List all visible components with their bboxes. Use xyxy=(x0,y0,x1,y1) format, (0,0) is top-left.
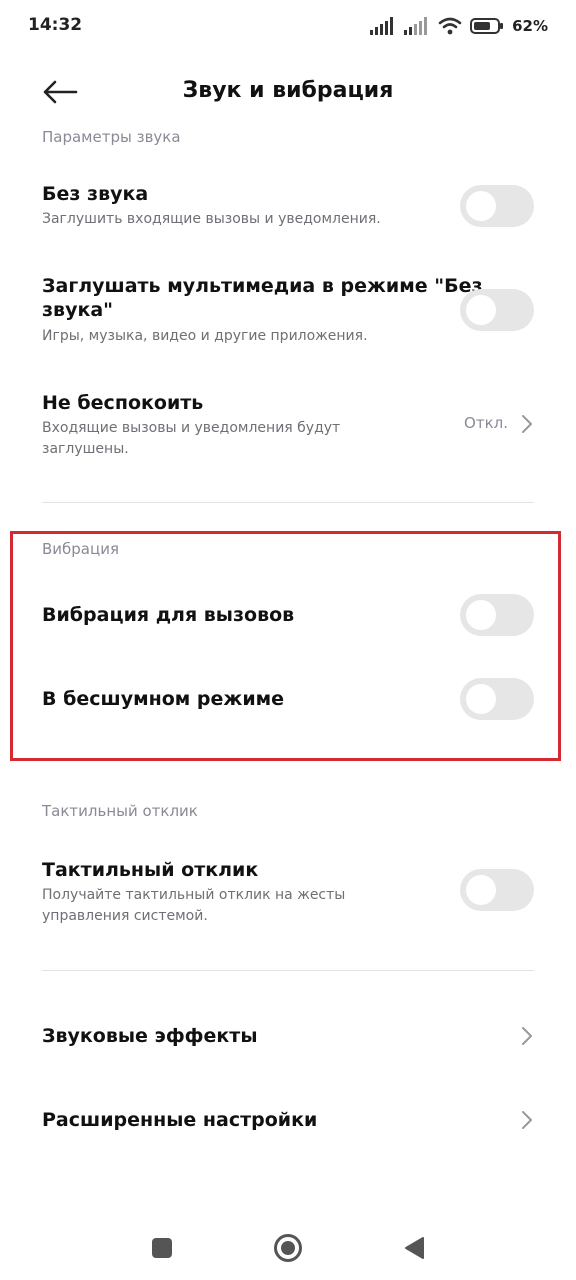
dnd-value: Откл. xyxy=(464,414,508,432)
toggle-knob xyxy=(466,295,496,325)
divider xyxy=(42,970,534,971)
row-mute-title: Без звука xyxy=(42,183,149,205)
section-header-vibration: Вибрация xyxy=(42,540,119,558)
chevron-right-icon xyxy=(522,415,532,433)
section-header-sound: Параметры звука xyxy=(42,128,181,146)
toggle-knob xyxy=(466,191,496,221)
row-advanced-title: Расширенные настройки xyxy=(42,1109,318,1131)
row-mute-media-title-1: Заглушать мультимедиа в режиме "Без xyxy=(42,275,483,297)
status-icons: 62% xyxy=(370,14,548,38)
circle-home-icon xyxy=(274,1234,302,1262)
square-icon xyxy=(152,1238,172,1258)
chevron-right-icon xyxy=(522,1027,532,1045)
signal-icon xyxy=(370,17,394,35)
row-mute-subtitle: Заглушить входящие вызовы и уведомления. xyxy=(42,211,381,227)
settings-list[interactable]: Параметры звука Без звука Заглушить вход… xyxy=(0,124,576,1214)
row-haptic-subtitle-2: управления системой. xyxy=(42,908,208,924)
battery-icon xyxy=(470,18,504,34)
header: Звук и вибрация xyxy=(0,60,576,124)
back-nav-button[interactable] xyxy=(392,1228,436,1268)
mute-media-toggle[interactable] xyxy=(460,289,534,331)
row-mute-media-subtitle: Игры, музыка, видео и другие приложения. xyxy=(42,328,368,344)
status-time: 14:32 xyxy=(28,15,83,35)
toggle-knob xyxy=(466,600,496,630)
vibration-silent-toggle[interactable] xyxy=(460,678,534,720)
wifi-icon xyxy=(438,17,462,35)
row-vibration-silent-title: В бесшумном режиме xyxy=(42,688,285,710)
row-haptic-subtitle-1: Получайте тактильный отклик на жесты xyxy=(42,887,346,903)
battery-percent: 62% xyxy=(512,17,548,35)
home-button[interactable] xyxy=(266,1228,310,1268)
row-dnd-title: Не беспокоить xyxy=(42,392,204,414)
row-dnd-subtitle-2: заглушены. xyxy=(42,441,129,457)
triangle-back-icon xyxy=(405,1237,424,1259)
page-title: Звук и вибрация xyxy=(182,78,394,103)
recents-button[interactable] xyxy=(140,1228,184,1268)
chevron-right-icon xyxy=(522,1111,532,1129)
mute-toggle[interactable] xyxy=(460,185,534,227)
signal-icon xyxy=(404,17,428,35)
status-bar: 14:32 62% xyxy=(0,0,576,56)
navigation-bar xyxy=(0,1214,576,1280)
vibration-calls-toggle[interactable] xyxy=(460,594,534,636)
section-header-haptics: Тактильный отклик xyxy=(42,802,198,820)
row-dnd-subtitle-1: Входящие вызовы и уведомления будут xyxy=(42,420,341,436)
haptic-toggle[interactable] xyxy=(460,869,534,911)
toggle-knob xyxy=(466,875,496,905)
toggle-knob xyxy=(466,684,496,714)
row-haptic-title: Тактильный отклик xyxy=(42,859,259,881)
row-vibration-calls-title: Вибрация для вызовов xyxy=(42,604,295,626)
row-mute-media-title-2: звука" xyxy=(42,299,114,321)
divider xyxy=(42,502,534,503)
row-sound-effects-title: Звуковые эффекты xyxy=(42,1025,258,1047)
